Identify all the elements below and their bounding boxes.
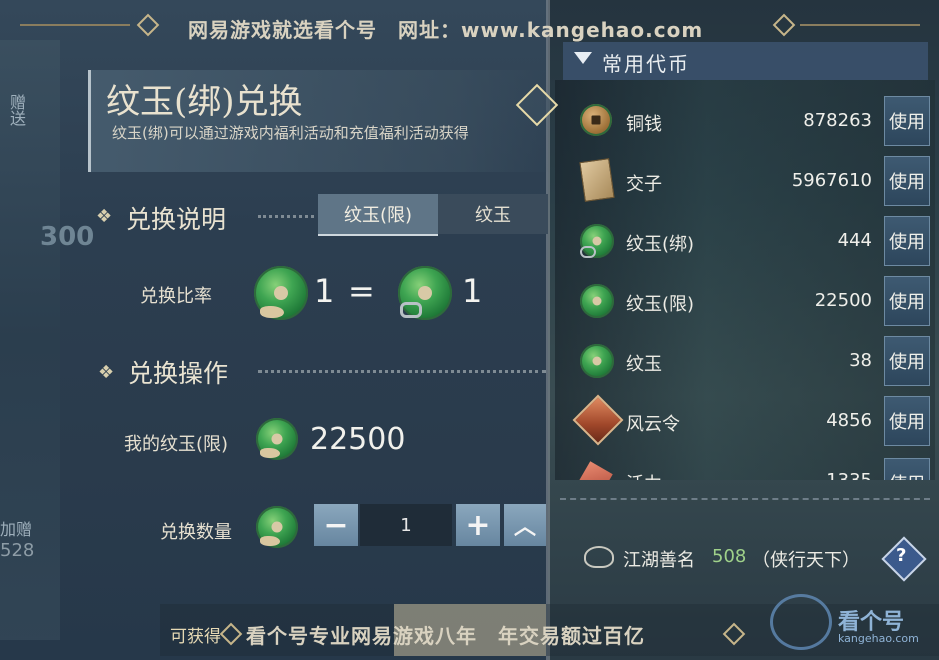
use-button[interactable]: 使用 <box>884 458 930 480</box>
page-subtitle: 纹玉(绑)可以通过游戏内福利活动和充值福利活动获得 <box>112 124 469 142</box>
tab-label: 纹玉 <box>475 205 511 226</box>
triangle-down-icon <box>574 52 592 64</box>
logo-eye-icon <box>770 594 832 650</box>
currency-value: 38 <box>849 350 872 371</box>
tab-jade[interactable]: 纹玉 <box>438 194 548 234</box>
use-label: 使用 <box>889 112 925 133</box>
currency-name: 纹玉(绑) <box>626 234 695 255</box>
use-button[interactable]: 使用 <box>884 396 930 446</box>
question-icon: ? <box>896 545 907 566</box>
max-button[interactable]: ︿ <box>504 504 546 546</box>
use-label: 使用 <box>889 292 925 313</box>
watermark-bottom-text: 看个号专业网易游戏八年 年交易额过百亿 <box>246 624 645 648</box>
currency-value: 4856 <box>826 410 872 431</box>
ornament-diamond-icon <box>136 13 160 37</box>
obtain-label: 可获得 <box>170 627 221 647</box>
currency-name: 纹玉 <box>626 354 662 375</box>
left-edge-fragment: 300 <box>40 222 95 252</box>
use-button[interactable]: 使用 <box>884 336 930 386</box>
jade-bound-icon <box>398 266 452 320</box>
currency-row-clipped: 活力 1335 使用 <box>554 458 939 480</box>
currency-value: 444 <box>837 230 872 251</box>
ornament-line <box>800 24 920 26</box>
ornament-diamond-icon <box>772 13 796 37</box>
reputation-title: （侠行天下） <box>752 550 860 571</box>
currency-name: 交子 <box>626 174 662 195</box>
section-diamond-icon: ❖ <box>98 362 115 383</box>
use-button[interactable]: 使用 <box>884 96 930 146</box>
reputation-value: 508 <box>712 546 747 567</box>
tab-label: 纹玉(限) <box>343 205 413 226</box>
use-label: 使用 <box>889 232 925 253</box>
ornament-line <box>20 24 130 26</box>
currency-value: 22500 <box>814 290 872 311</box>
max-chevron-up-icon: ︿ <box>513 515 536 540</box>
currency-value: 5967610 <box>791 170 872 191</box>
mask-icon <box>584 546 614 568</box>
my-jade-value: 22500 <box>310 422 406 457</box>
section-title-operation: 兑换操作 <box>128 359 229 388</box>
use-label: 使用 <box>889 352 925 373</box>
copper-coin-icon <box>580 104 612 136</box>
currency-value: 878263 <box>803 110 872 131</box>
use-button[interactable]: 使用 <box>884 216 930 266</box>
use-label: 使用 <box>889 172 925 193</box>
currency-name: 活力 <box>626 470 662 480</box>
reputation-name: 江湖善名 <box>623 550 695 571</box>
section-dots <box>258 215 314 218</box>
tab-jade-limited[interactable]: 纹玉(限) <box>318 194 438 236</box>
minus-label: − <box>323 507 349 543</box>
use-button[interactable]: 使用 <box>884 276 930 326</box>
quantity-field[interactable]: 1 <box>360 504 452 546</box>
rate-right-value: 1 <box>462 272 483 310</box>
section-diamond-icon: ❖ <box>96 206 113 227</box>
jade-icon <box>580 344 614 378</box>
logo-subtext: kangehao.com <box>838 632 919 645</box>
divider-dashed <box>560 498 930 500</box>
use-button[interactable]: 使用 <box>884 156 930 206</box>
quantity-value: 1 <box>400 514 412 536</box>
page-title: 纹玉(绑)兑换 <box>106 82 303 122</box>
rate-label: 兑换比率 <box>140 286 212 307</box>
qty-label: 兑换数量 <box>160 522 232 543</box>
left-edge-fragment: 加赠 <box>0 520 33 539</box>
use-label: 使用 <box>889 470 925 480</box>
plus-button[interactable]: + <box>456 504 500 546</box>
currency-name: 铜钱 <box>626 114 662 135</box>
section-dots <box>258 370 546 373</box>
jade-limited-icon <box>256 418 298 460</box>
plus-label: + <box>465 507 491 543</box>
minus-button[interactable]: − <box>314 504 358 546</box>
category-label: 常用代币 <box>602 52 690 76</box>
currency-name: 纹玉(限) <box>626 294 695 315</box>
jiaozi-note-icon <box>579 158 615 202</box>
watermark-top-text: 网易游戏就选看个号 网址：www.kangehao.com <box>188 18 704 42</box>
rate-left-value: 1 <box>314 272 335 310</box>
jade-limited-icon <box>580 284 614 318</box>
jade-limited-icon <box>256 506 298 548</box>
jade-limited-icon <box>254 266 308 320</box>
use-label: 使用 <box>889 412 925 433</box>
vitality-icon <box>577 461 613 480</box>
currency-name: 风云令 <box>626 414 680 435</box>
rate-equals: = <box>348 272 375 310</box>
my-jade-label: 我的纹玉(限) <box>124 434 229 455</box>
section-title-info: 兑换说明 <box>126 205 227 234</box>
currency-value: 1335 <box>752 470 872 480</box>
left-edge-fragment: 528 <box>0 540 35 561</box>
left-edge-fragment: 赠送 <box>7 94 26 126</box>
jade-bound-icon <box>580 224 614 258</box>
